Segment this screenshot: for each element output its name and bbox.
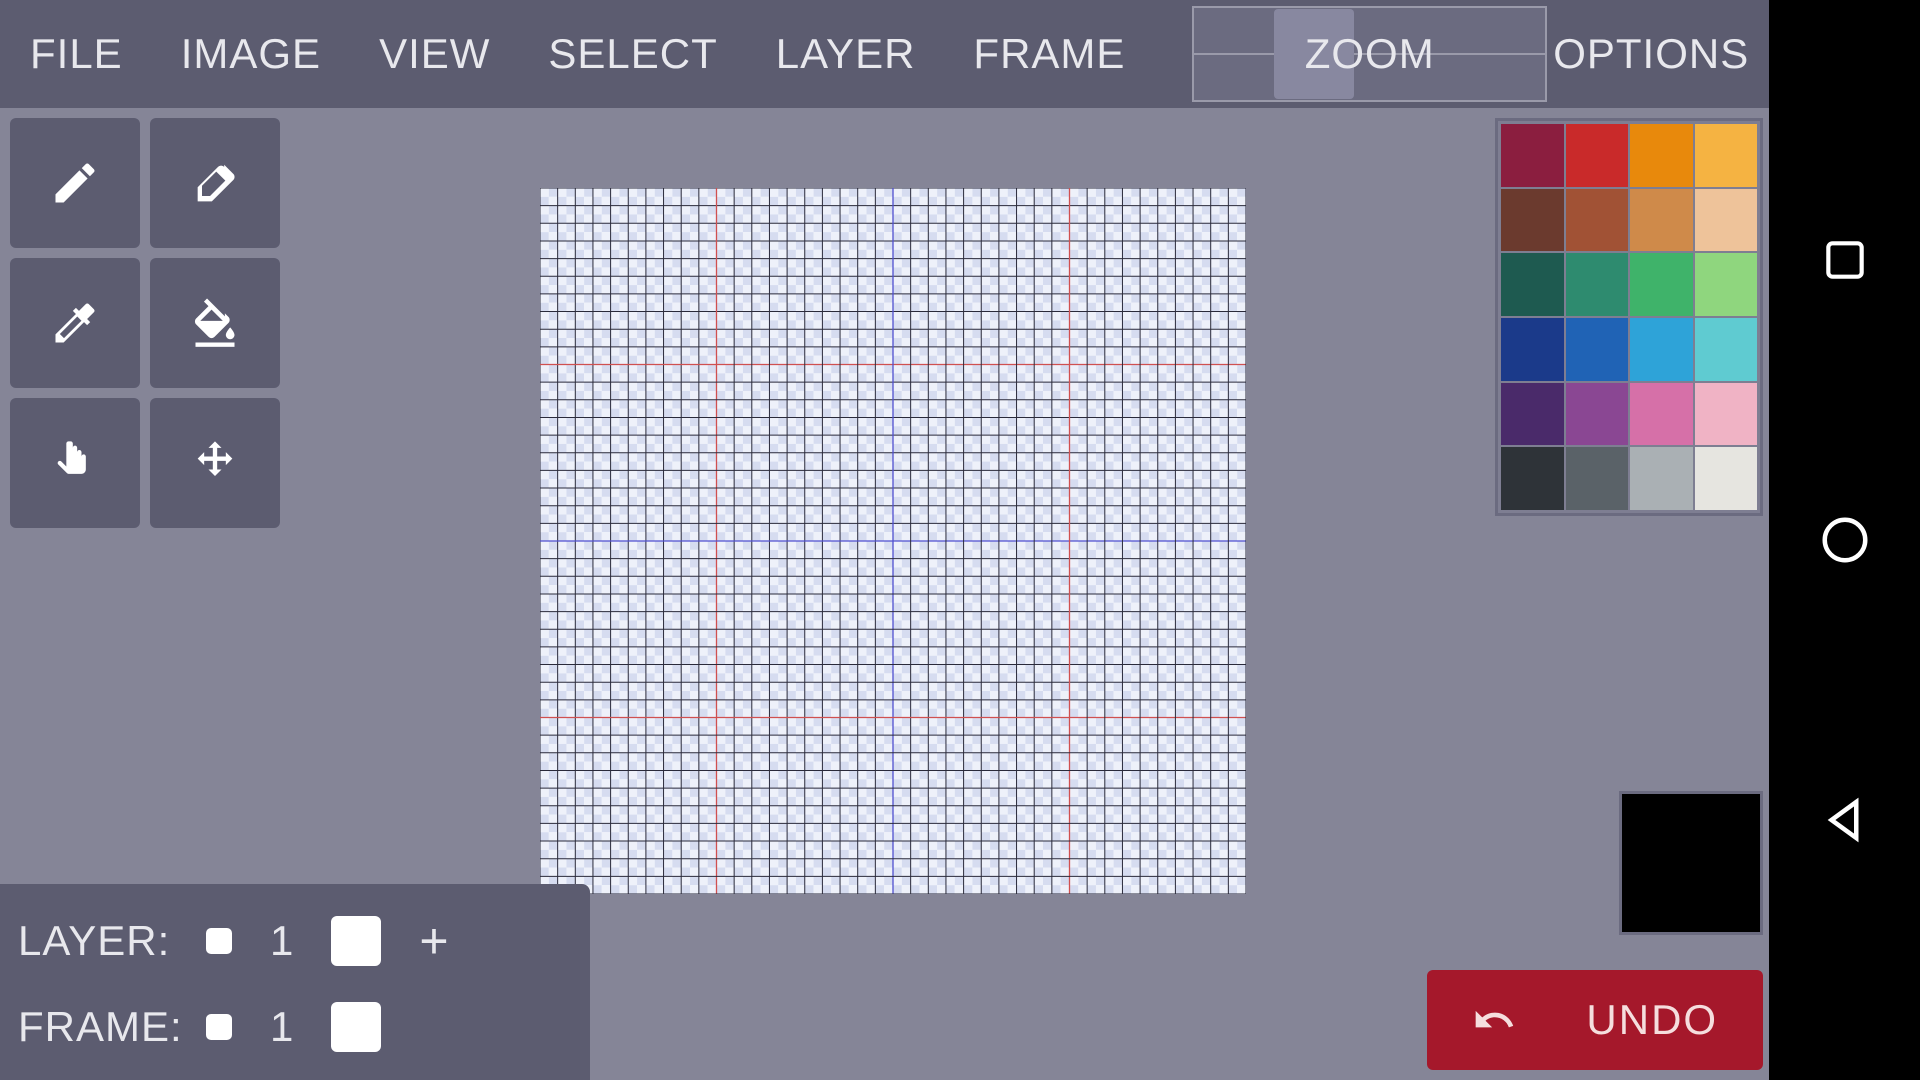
color-swatch-10[interactable] — [1630, 253, 1693, 316]
color-swatch-19[interactable] — [1695, 383, 1758, 446]
frame-number: 1 — [270, 1003, 293, 1051]
color-swatch-13[interactable] — [1566, 318, 1629, 381]
layer-visibility-toggle[interactable] — [206, 928, 232, 954]
menu-options[interactable]: OPTIONS — [1553, 30, 1749, 78]
pixel-canvas[interactable] — [540, 188, 1246, 894]
frame-visibility-toggle[interactable] — [206, 1014, 232, 1040]
color-swatch-11[interactable] — [1695, 253, 1758, 316]
layer-row: LAYER: 1 + — [18, 912, 572, 970]
recent-apps-button[interactable] — [1815, 230, 1875, 290]
layer-thumbnail[interactable] — [331, 916, 381, 966]
menu-view[interactable]: VIEW — [379, 30, 490, 78]
top-menubar: FILE IMAGE VIEW SELECT LAYER FRAME ZOOM … — [0, 0, 1769, 108]
color-swatch-20[interactable] — [1501, 447, 1564, 510]
menu-items: FILE IMAGE VIEW SELECT LAYER FRAME — [30, 30, 1125, 78]
zoom-slider[interactable]: ZOOM — [1192, 6, 1547, 102]
color-swatch-17[interactable] — [1566, 383, 1629, 446]
color-swatch-15[interactable] — [1695, 318, 1758, 381]
menu-select[interactable]: SELECT — [548, 30, 717, 78]
frame-label: FRAME: — [18, 1003, 168, 1051]
home-button[interactable] — [1815, 510, 1875, 570]
color-swatch-8[interactable] — [1501, 253, 1564, 316]
frame-thumbnail[interactable] — [331, 1002, 381, 1052]
zoom-label: ZOOM — [1305, 30, 1435, 78]
tool-bucket[interactable] — [150, 258, 280, 388]
color-swatch-14[interactable] — [1630, 318, 1693, 381]
undo-icon — [1472, 998, 1516, 1042]
undo-button[interactable]: UNDO — [1427, 970, 1763, 1070]
tool-palette — [10, 118, 280, 528]
color-swatch-2[interactable] — [1630, 124, 1693, 187]
color-swatch-16[interactable] — [1501, 383, 1564, 446]
color-swatch-0[interactable] — [1501, 124, 1564, 187]
move-icon — [189, 437, 241, 489]
app-root: FILE IMAGE VIEW SELECT LAYER FRAME ZOOM … — [0, 0, 1769, 1080]
menu-layer[interactable]: LAYER — [776, 30, 916, 78]
menu-frame[interactable]: FRAME — [973, 30, 1125, 78]
eraser-icon — [189, 157, 241, 209]
color-swatch-6[interactable] — [1630, 189, 1693, 252]
color-swatch-4[interactable] — [1501, 189, 1564, 252]
color-swatch-5[interactable] — [1566, 189, 1629, 252]
frame-row: FRAME: 1 — [18, 1002, 572, 1052]
square-icon — [1820, 235, 1870, 285]
color-swatch-23[interactable] — [1695, 447, 1758, 510]
circle-icon — [1818, 513, 1872, 567]
menu-file[interactable]: FILE — [30, 30, 123, 78]
system-navbar — [1769, 0, 1920, 1080]
tool-eyedropper[interactable] — [10, 258, 140, 388]
bucket-icon — [189, 297, 241, 349]
color-palette — [1495, 118, 1763, 516]
tool-pencil[interactable] — [10, 118, 140, 248]
color-swatch-7[interactable] — [1695, 189, 1758, 252]
canvas-grid — [540, 188, 1246, 894]
add-layer-button[interactable]: + — [419, 912, 448, 970]
tool-eraser[interactable] — [150, 118, 280, 248]
color-swatch-21[interactable] — [1566, 447, 1629, 510]
color-swatch-18[interactable] — [1630, 383, 1693, 446]
tool-move[interactable] — [150, 398, 280, 528]
hand-pointer-icon — [49, 437, 101, 489]
color-swatch-9[interactable] — [1566, 253, 1629, 316]
bottom-panel: LAYER: 1 + FRAME: 1 — [0, 884, 590, 1080]
color-swatch-1[interactable] — [1566, 124, 1629, 187]
current-color-preview[interactable] — [1619, 791, 1763, 935]
triangle-back-icon — [1818, 793, 1872, 847]
pencil-icon — [49, 157, 101, 209]
color-swatch-12[interactable] — [1501, 318, 1564, 381]
tool-select[interactable] — [10, 398, 140, 528]
back-button[interactable] — [1815, 790, 1875, 850]
layer-number: 1 — [270, 917, 293, 965]
undo-label: UNDO — [1586, 996, 1718, 1044]
menu-image[interactable]: IMAGE — [181, 30, 321, 78]
eyedropper-icon — [49, 297, 101, 349]
color-swatch-3[interactable] — [1695, 124, 1758, 187]
color-swatch-22[interactable] — [1630, 447, 1693, 510]
layer-label: LAYER: — [18, 917, 168, 965]
